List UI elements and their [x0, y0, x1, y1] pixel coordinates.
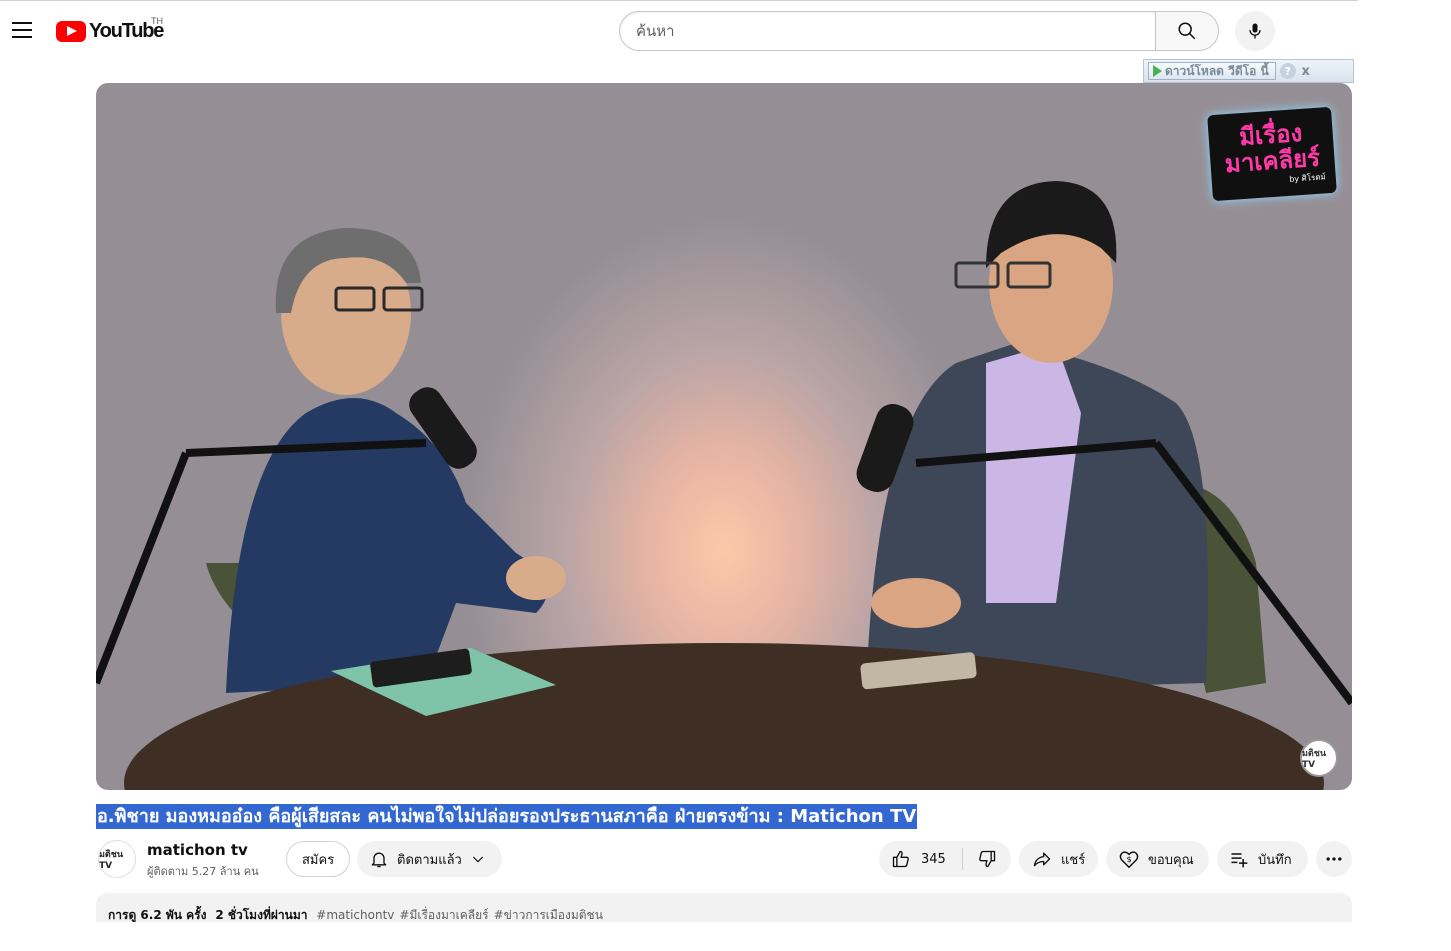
- subscribed-button[interactable]: ติดตามแล้ว: [357, 841, 502, 877]
- share-button[interactable]: แชร์: [1019, 841, 1098, 877]
- save-label: บันทึก: [1258, 852, 1292, 868]
- bell-icon: [371, 852, 387, 868]
- share-icon: [1033, 852, 1051, 867]
- dislike-button[interactable]: [963, 841, 1011, 877]
- youtube-logo[interactable]: YouTube: [56, 18, 164, 44]
- show-logo-overlay: มีเรื่อง มาเคลียร์ by ศิโรตม์: [1207, 106, 1337, 202]
- search-bar: [619, 11, 1219, 51]
- download-helper-bar: ดาวน์โหลด วีดีโอ นี้ ? x: [1143, 59, 1354, 83]
- like-dislike-group: 345: [879, 841, 1011, 877]
- more-horizontal-icon: [1326, 857, 1342, 861]
- hashtag-link[interactable]: #มีเรื่องมาเคลียร์: [399, 908, 488, 922]
- microphone-icon: [1249, 23, 1261, 39]
- view-count: การดู 6.2 พัน ครั้ง: [108, 908, 207, 922]
- search-input[interactable]: [619, 11, 1155, 51]
- subscriber-count: ผู้ติดตาม 5.27 ล้าน คน: [147, 865, 259, 878]
- browser-top-border: [0, 0, 1360, 3]
- channel-avatar[interactable]: มติชน TV: [98, 840, 136, 878]
- chevron-down-icon: [472, 856, 483, 863]
- menu-icon[interactable]: [6, 14, 38, 46]
- upload-time: 2 ชั่วโมงที่ผ่านมา: [215, 908, 308, 922]
- save-button[interactable]: บันทึก: [1217, 841, 1308, 877]
- download-label: ดาวน์โหลด วีดีโอ นี้: [1165, 63, 1269, 78]
- region-code: TH: [151, 16, 163, 26]
- page-right-margin: [1358, 0, 1451, 951]
- more-actions-button[interactable]: [1316, 841, 1352, 877]
- join-button[interactable]: สมัคร: [286, 841, 351, 877]
- youtube-play-icon: [56, 20, 86, 42]
- video-title: อ.พิชาย มองหมออ๋อง คือผู้เสียสละ คนไม่พอ…: [96, 804, 918, 829]
- channel-name[interactable]: matichon tv: [147, 841, 248, 859]
- like-count: 345: [921, 851, 946, 867]
- svg-text:$: $: [1127, 854, 1132, 864]
- thanks-button[interactable]: $ ขอบคุณ: [1106, 841, 1209, 877]
- thanks-label: ขอบคุณ: [1148, 852, 1194, 868]
- help-icon[interactable]: ?: [1279, 63, 1296, 79]
- thumbs-up-icon: [892, 850, 909, 868]
- search-icon: [1178, 22, 1196, 40]
- voice-search-button[interactable]: [1235, 11, 1275, 51]
- channel-watermark: มติชน TV: [1300, 739, 1338, 777]
- heart-dollar-icon: $: [1119, 851, 1139, 868]
- close-icon[interactable]: x: [1298, 63, 1314, 79]
- search-button[interactable]: [1155, 11, 1219, 51]
- like-button[interactable]: 345: [879, 841, 962, 877]
- avatar-text: มติชน TV: [99, 850, 124, 871]
- share-label: แชร์: [1061, 852, 1086, 868]
- hashtag-link[interactable]: #matichontv: [316, 908, 394, 922]
- download-video-button[interactable]: ดาวน์โหลด วีดีโอ นี้: [1148, 62, 1276, 80]
- viewport-bottom: [0, 922, 1451, 951]
- download-play-icon: [1153, 65, 1162, 77]
- subscribed-label: ติดตามแล้ว: [397, 852, 462, 868]
- video-frame: [96, 181, 1352, 790]
- hashtag-link[interactable]: #ข่าวการเมืองมติชน: [494, 908, 603, 922]
- playlist-add-icon: [1231, 853, 1248, 868]
- show-logo-byline: by ศิโรตม์: [1288, 171, 1327, 184]
- thumbs-down-icon: [979, 850, 996, 868]
- video-player[interactable]: มีเรื่อง มาเคลียร์ by ศิโรตม์ มติชน TV: [96, 83, 1352, 790]
